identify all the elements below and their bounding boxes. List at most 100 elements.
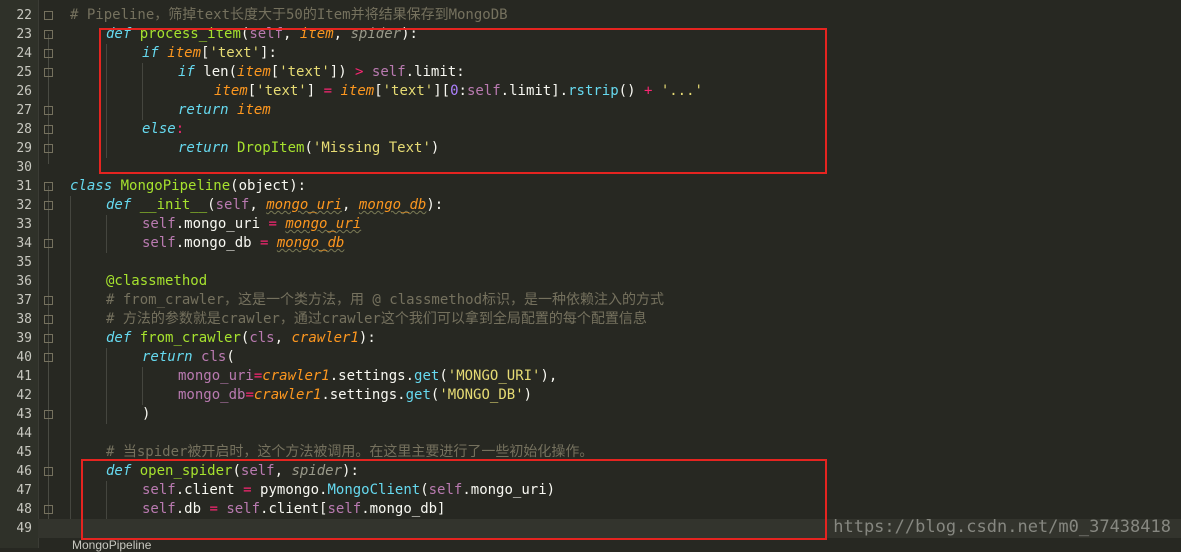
keyword-arg: mongo_db bbox=[178, 387, 246, 403]
cls: cls bbox=[201, 349, 227, 365]
fold-toggle-icon[interactable] bbox=[44, 125, 53, 134]
attribute: .settings. bbox=[321, 387, 406, 403]
code-line-42[interactable]: mongo_db=crawler1.settings.get('MONGO_DB… bbox=[70, 386, 1181, 405]
fold-toggle-icon[interactable] bbox=[44, 30, 53, 39]
line-number: 31 bbox=[16, 179, 32, 194]
line-number: 28 bbox=[16, 122, 32, 137]
fold-toggle-icon[interactable] bbox=[44, 49, 53, 58]
keyword: class bbox=[70, 178, 113, 194]
fold-toggle-icon[interactable] bbox=[44, 353, 53, 362]
attribute: .mongo_db bbox=[175, 235, 252, 251]
fold-toggle-icon[interactable] bbox=[44, 315, 53, 324]
punct: ): bbox=[289, 178, 307, 194]
line-number: 37 bbox=[16, 293, 32, 308]
line-number: 23 bbox=[16, 27, 32, 42]
comment: # 方法的参数就是crawler，通过crawler这个我们可以拿到全局配置的每… bbox=[106, 311, 647, 327]
fold-toggle-icon[interactable] bbox=[44, 410, 53, 419]
line-number: 44 bbox=[16, 426, 32, 441]
punct: ) bbox=[523, 387, 533, 403]
line-number: 33 bbox=[16, 217, 32, 232]
punct: ): bbox=[426, 197, 444, 213]
code-line-40[interactable]: return cls( bbox=[70, 348, 1181, 367]
fold-toggle-icon[interactable] bbox=[44, 201, 53, 210]
line-number: 22 bbox=[16, 8, 32, 23]
punct: ), bbox=[540, 368, 558, 384]
attribute: .mongo_uri bbox=[175, 216, 261, 232]
punct: ( bbox=[226, 349, 235, 365]
punct: ): bbox=[358, 330, 376, 346]
line-number: 35 bbox=[16, 255, 32, 270]
code-line-37[interactable]: # from_crawler，这是一个类方法，用 @ classmethod标识… bbox=[70, 291, 1181, 310]
code-line-38[interactable]: # 方法的参数就是crawler，通过crawler这个我们可以拿到全局配置的每… bbox=[70, 310, 1181, 329]
self: self bbox=[142, 216, 176, 232]
line-number: 45 bbox=[16, 445, 32, 460]
self: self bbox=[142, 235, 176, 251]
operator: = bbox=[260, 216, 286, 232]
fold-toggle-icon[interactable] bbox=[44, 239, 53, 248]
keyword: def bbox=[106, 197, 132, 213]
code-line-32[interactable]: def __init__(self, mongo_uri, mongo_db): bbox=[70, 196, 1181, 215]
keyword: return bbox=[142, 349, 193, 365]
variable: mongo_db bbox=[276, 235, 345, 251]
fold-toggle-icon[interactable] bbox=[44, 467, 53, 476]
fold-toggle-icon[interactable] bbox=[44, 68, 53, 77]
operator: = bbox=[245, 387, 254, 403]
line-number: 49 bbox=[16, 521, 32, 536]
line-number: 41 bbox=[16, 369, 32, 384]
code-line-34[interactable]: self.mongo_db = mongo_db bbox=[70, 234, 1181, 253]
fold-toggle-icon[interactable] bbox=[44, 296, 53, 305]
decorator: @classmethod bbox=[106, 273, 208, 289]
punct: , bbox=[342, 197, 359, 213]
line-number: 36 bbox=[16, 274, 32, 289]
line-number: 30 bbox=[16, 160, 32, 175]
method: get bbox=[414, 368, 440, 384]
class-name: MongoPipeline bbox=[120, 178, 231, 194]
cls: cls bbox=[249, 330, 275, 346]
fold-toggle-icon[interactable] bbox=[44, 144, 53, 153]
string: 'MONGO_URI' bbox=[447, 368, 541, 384]
line-number: 46 bbox=[16, 464, 32, 479]
code-line-36[interactable]: @classmethod bbox=[70, 272, 1181, 291]
code-line-31[interactable]: class MongoPipeline(object): bbox=[70, 177, 1181, 196]
code-line-41[interactable]: mongo_uri=crawler1.settings.get('MONGO_U… bbox=[70, 367, 1181, 386]
line-number: 40 bbox=[16, 350, 32, 365]
variable: crawler1 bbox=[253, 387, 322, 403]
base-class: object bbox=[238, 178, 290, 194]
code-line-22[interactable]: # Pipeline，筛掉text长度大于50的Item并将结果保存到Mongo… bbox=[70, 6, 1181, 25]
param: crawler1 bbox=[291, 330, 359, 346]
fold-toggle-icon[interactable] bbox=[44, 334, 53, 343]
fold-toggle-icon[interactable] bbox=[44, 11, 53, 20]
line-number: 48 bbox=[16, 502, 32, 517]
line-number: 43 bbox=[16, 407, 32, 422]
code-line-39[interactable]: def from_crawler(cls, crawler1): bbox=[70, 329, 1181, 348]
code-line-33[interactable]: self.mongo_uri = mongo_uri bbox=[70, 215, 1181, 234]
code-line-43[interactable]: ) bbox=[70, 405, 1181, 424]
comment: # from_crawler，这是一个类方法，用 @ classmethod标识… bbox=[106, 292, 665, 308]
code-editor[interactable]: 22 23 24 25 26 27 28 29 30 31 32 33 34 3… bbox=[0, 0, 1181, 552]
comment: # Pipeline，筛掉text长度大于50的Item并将结果保存到Mongo… bbox=[70, 7, 508, 23]
punct: ( bbox=[439, 368, 448, 384]
highlight-box-open-spider bbox=[81, 459, 827, 540]
line-number: 29 bbox=[16, 141, 32, 156]
punct: ( bbox=[207, 197, 216, 213]
function-name: __init__ bbox=[139, 197, 208, 213]
param: mongo_db bbox=[358, 197, 427, 213]
line-number: 39 bbox=[16, 331, 32, 346]
fold-toggle-icon[interactable] bbox=[44, 106, 53, 115]
punct: ) bbox=[142, 406, 151, 422]
fold-toggle-icon[interactable] bbox=[44, 182, 53, 191]
param: mongo_uri bbox=[266, 197, 343, 213]
punct: , bbox=[249, 197, 267, 213]
line-number: 38 bbox=[16, 312, 32, 327]
string: 'MONGO_DB' bbox=[439, 387, 524, 403]
punct: , bbox=[274, 330, 292, 346]
fold-toggle-icon[interactable] bbox=[44, 505, 53, 514]
line-number: 42 bbox=[16, 388, 32, 403]
structure-breadcrumb[interactable]: MongoPipeline bbox=[72, 538, 151, 552]
punct: ( bbox=[230, 178, 239, 194]
self: self bbox=[215, 197, 250, 213]
line-number: 26 bbox=[16, 84, 32, 99]
